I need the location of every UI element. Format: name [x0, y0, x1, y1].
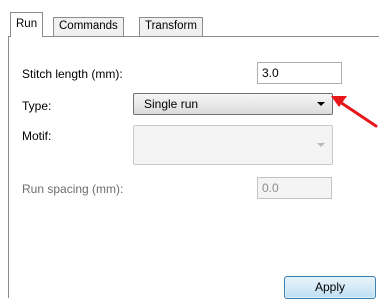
- tab-commands[interactable]: Commands: [53, 17, 124, 36]
- red-annotation-arrow: [331, 96, 378, 128]
- type-label: Type:: [22, 99, 52, 113]
- tab-run[interactable]: Run: [10, 12, 44, 37]
- apply-button[interactable]: Apply: [284, 276, 376, 299]
- stitch-length-label: Stitch length (mm):: [22, 67, 123, 81]
- motif-dropdown[interactable]: [133, 125, 333, 165]
- tab-transform[interactable]: Transform: [139, 17, 203, 36]
- run-tab-panel: Stitch length (mm): 3.0 Type: Single run…: [8, 36, 379, 299]
- chevron-down-icon: [317, 102, 325, 106]
- chevron-down-icon: [317, 143, 325, 147]
- type-dropdown[interactable]: Single run: [133, 93, 333, 115]
- run-spacing-label: Run spacing (mm):: [22, 182, 124, 196]
- motif-label: Motif:: [22, 129, 52, 143]
- type-dropdown-value: Single run: [144, 97, 199, 111]
- run-spacing-input[interactable]: 0.0: [257, 177, 332, 199]
- stitch-length-input[interactable]: 3.0: [257, 62, 342, 84]
